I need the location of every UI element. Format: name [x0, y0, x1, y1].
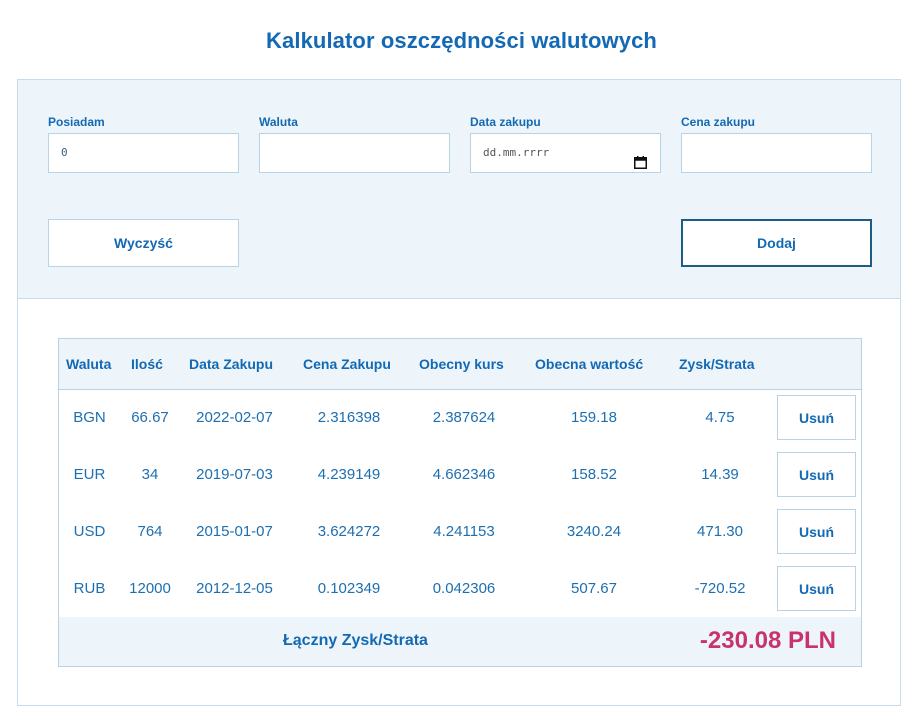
remove-button[interactable]: Usuń	[777, 395, 856, 440]
remove-button[interactable]: Usuń	[777, 509, 856, 554]
amount-input[interactable]: 0	[48, 133, 239, 173]
table-row: USD 764 2015-01-07 3.624272 4.241153 324…	[59, 504, 861, 562]
page-title: Kalkulator oszczędności walutowych	[266, 28, 657, 53]
total-profit-label: Łączny Zysk/Strata	[283, 632, 428, 649]
total-profit-value: -230.08 PLN	[699, 627, 836, 654]
calculator-card: Posiadam 0 Waluta Data zakupu dd.mm.rrrr…	[17, 79, 901, 706]
cell-amount: 12000	[129, 580, 171, 597]
cell-currency: EUR	[73, 466, 106, 483]
cell-amount: 34	[141, 466, 159, 483]
table-row: RUB 12000 2012-12-05 0.102349 0.042306 5…	[59, 561, 861, 619]
purchase-date-label: Data zakupu	[470, 115, 541, 129]
cell-price: 0.102349	[317, 580, 381, 597]
clear-button[interactable]: Wyczyść	[48, 219, 239, 267]
entry-form: Posiadam 0 Waluta Data zakupu dd.mm.rrrr…	[18, 80, 900, 299]
header-profit-loss: Zysk/Strata	[679, 356, 755, 372]
table-header: Waluta Ilość Data Zakupu Cena Zakupu Obe…	[59, 339, 861, 390]
header-currency: Waluta	[66, 356, 112, 372]
cell-date: 2019-07-03	[196, 466, 273, 483]
cell-value: 507.67	[571, 580, 617, 597]
cell-rate: 4.662346	[432, 466, 496, 483]
cell-date: 2012-12-05	[196, 580, 273, 597]
savings-table: Waluta Ilość Data Zakupu Cena Zakupu Obe…	[58, 338, 862, 667]
cell-price: 4.239149	[317, 466, 381, 483]
cell-currency: RUB	[73, 580, 106, 597]
cell-rate: 0.042306	[432, 580, 496, 597]
cell-date: 2015-01-07	[196, 523, 273, 540]
cell-rate: 2.387624	[432, 409, 496, 426]
cell-profit: 471.30	[697, 523, 743, 540]
cell-value: 158.52	[571, 466, 617, 483]
cell-rate: 4.241153	[433, 523, 495, 540]
cell-price: 2.316398	[317, 409, 381, 426]
add-button[interactable]: Dodaj	[681, 219, 872, 267]
table-row: BGN 66.67 2022-02-07 2.316398 2.387624 1…	[59, 390, 861, 448]
date-placeholder: dd.mm.rrrr	[483, 146, 550, 159]
currency-input[interactable]	[259, 133, 450, 173]
cell-currency: BGN	[73, 409, 106, 426]
cell-profit: 4.75	[705, 409, 735, 426]
remove-button[interactable]: Usuń	[777, 566, 856, 611]
calendar-icon[interactable]	[634, 147, 647, 169]
purchase-price-label: Cena zakupu	[681, 115, 756, 129]
header-purchase-date: Data Zakupu	[189, 356, 274, 372]
cell-profit: -720.52	[694, 580, 746, 597]
cell-value: 159.18	[571, 409, 617, 426]
purchase-date-input[interactable]: dd.mm.rrrr	[470, 133, 661, 173]
table-row: EUR 34 2019-07-03 4.239149 4.662346 158.…	[59, 447, 861, 505]
header-purchase-price: Cena Zakupu	[303, 356, 391, 372]
header-current-value: Obecna wartość	[535, 356, 644, 372]
cell-currency: USD	[73, 523, 106, 540]
cell-profit: 14.39	[701, 466, 739, 483]
amount-label: Posiadam	[48, 115, 105, 129]
purchase-price-input[interactable]	[681, 133, 872, 173]
cell-amount: 764	[137, 523, 163, 540]
remove-button[interactable]: Usuń	[777, 452, 856, 497]
cell-price: 3.624272	[317, 523, 381, 540]
header-amount: Ilość	[131, 356, 163, 372]
cell-amount: 66.67	[131, 409, 169, 426]
cell-date: 2022-02-07	[196, 409, 273, 426]
table-footer: Łączny Zysk/Strata -230.08 PLN	[59, 617, 861, 666]
header-current-rate: Obecny kurs	[419, 356, 504, 372]
currency-label: Waluta	[259, 115, 298, 129]
cell-value: 3240.24	[566, 523, 622, 540]
